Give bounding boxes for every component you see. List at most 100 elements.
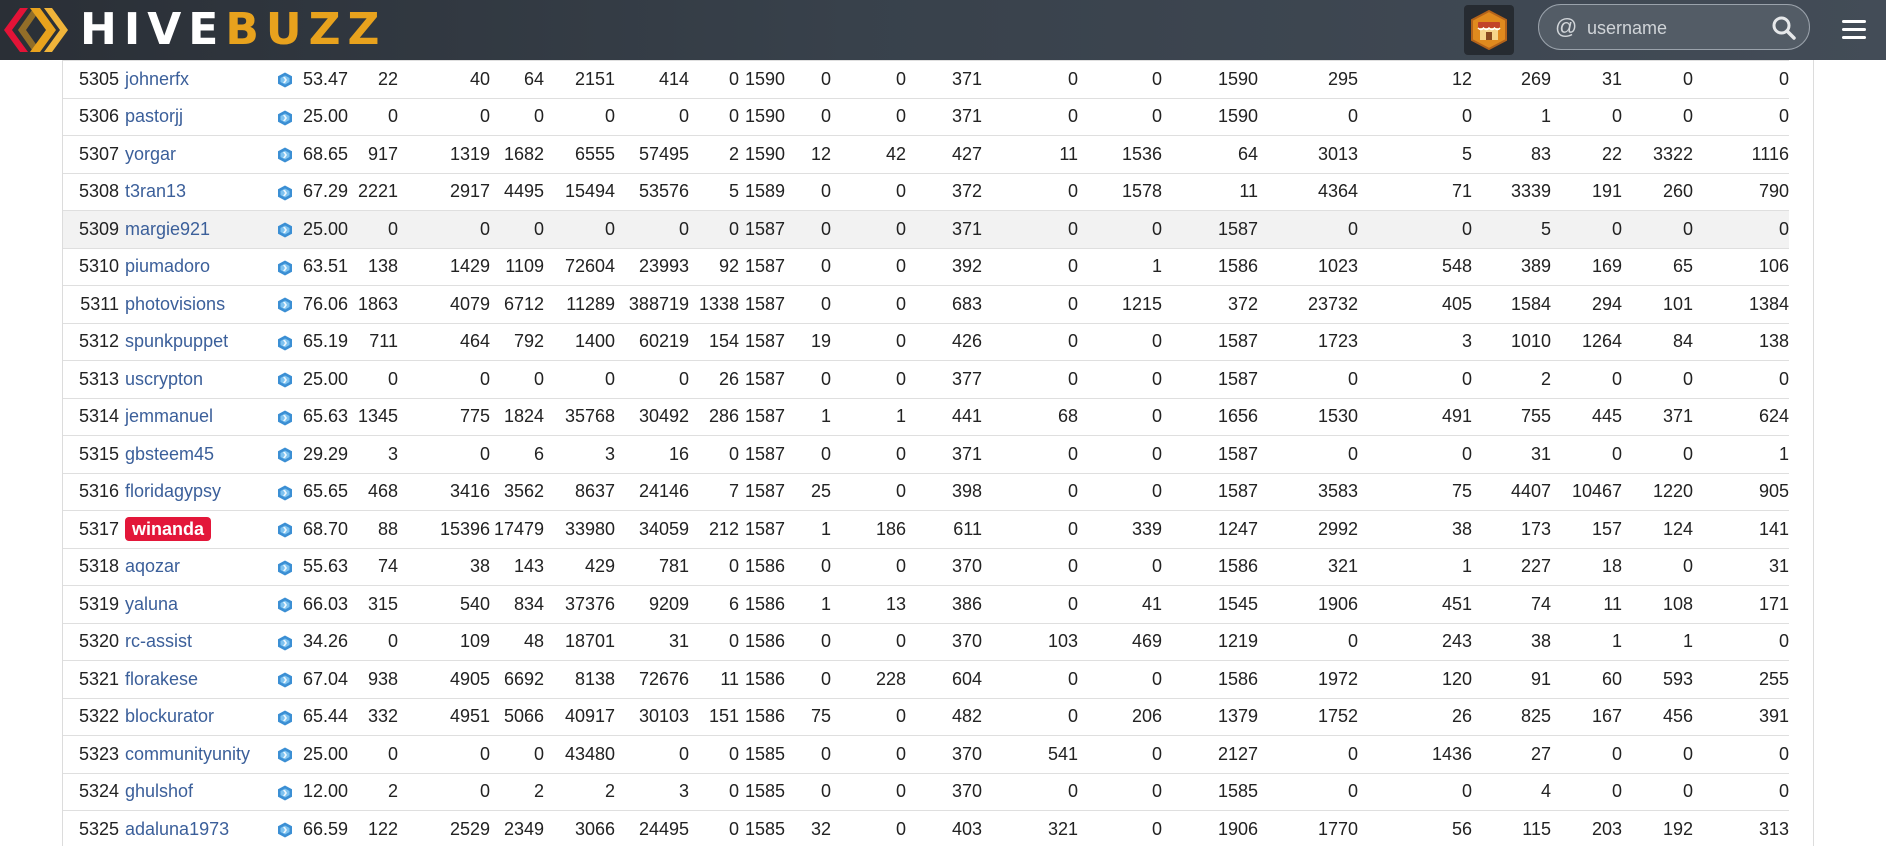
table-row[interactable]: 5321 florakese 67.04 938 4905 6692 8138 72676 11… [63, 660, 1789, 698]
stat-cell: 25.00 [297, 360, 348, 398]
stat-cell: 0 [1358, 772, 1472, 811]
username-cell: ghulshof [125, 772, 273, 811]
username-link[interactable]: adaluna1973 [125, 819, 229, 839]
username-link[interactable]: floridagypsy [125, 481, 221, 501]
stat-cell: 23732 [1258, 285, 1358, 323]
leaderboard-table: 5305 johnerfx 53.47 22 40 64 2151 414 0 1590 0 0 371… [63, 60, 1789, 846]
table-row[interactable]: 5325 adaluna1973 66.59 122 2529 2349 3066 24495… [63, 810, 1789, 846]
username-link[interactable]: gbsteem45 [125, 444, 214, 464]
stat-cell: 0 [1258, 210, 1358, 248]
stat-cell: 1109 [490, 247, 544, 286]
table-row[interactable]: 5307 yorgar 68.65 917 1319 1682 6555 57495 2 1590… [63, 135, 1789, 173]
username-link[interactable]: aqozar [125, 556, 180, 576]
table-row[interactable]: 5319 yaluna 66.03 315 540 834 37376 9209 6 1586 1 1… [63, 585, 1789, 623]
stat-cell: 1589 [739, 172, 785, 211]
stat-cell: 0 [785, 772, 831, 811]
shop-button[interactable] [1464, 5, 1514, 55]
hive-logo-icon[interactable] [0, 0, 70, 60]
table-row[interactable]: 5323 communityunity 25.00 0 0 0 43480 0 0 1585 0 0 3… [63, 735, 1789, 773]
hive-token-icon [278, 447, 292, 463]
username-link[interactable]: spunkpuppet [125, 331, 228, 351]
stat-cell: 0 [1078, 322, 1162, 361]
table-row[interactable]: 5317 winanda 68.70 88 15396 17479 33980 34059 21… [63, 510, 1789, 548]
hive-icon-cell [273, 660, 297, 698]
hive-token-icon [278, 110, 292, 125]
stat-cell: 53576 [615, 172, 689, 211]
table-row[interactable]: 5320 rc-assist 34.26 0 109 48 18701 31 0 1586 0 0 37… [63, 622, 1789, 661]
username-link[interactable]: johnerfx [125, 69, 189, 89]
username-link[interactable]: margie921 [125, 219, 210, 239]
hive-token-icon [278, 672, 292, 688]
table-row[interactable]: 5313 uscrypton 25.00 0 0 0 0 0 26 1587 0 0 377 0 0 1587… [63, 360, 1789, 398]
table-row[interactable]: 5305 johnerfx 53.47 22 40 64 2151 414 0 1590 0 0 371… [63, 60, 1789, 98]
stat-cell: 1590 [739, 135, 785, 173]
stat-cell: 0 [982, 472, 1078, 511]
table-row[interactable]: 5318 aqozar 55.63 74 38 143 429 781 0 1586 0 0 370 0 0… [63, 547, 1789, 586]
stat-cell: 24146 [615, 472, 689, 511]
stat-cell: 1587 [1162, 472, 1258, 511]
table-row[interactable]: 5311 photovisions 76.06 1863 4079 6712 11289 38… [63, 285, 1789, 323]
username-link[interactable]: florakese [125, 669, 198, 689]
username-search-input[interactable] [1585, 13, 1769, 43]
username-link[interactable]: rc-assist [125, 631, 192, 651]
stat-cell: 3 [1358, 322, 1472, 361]
stat-cell: 0 [490, 97, 544, 136]
stat-cell: 4407 [1472, 472, 1551, 511]
stat-cell: 124 [1622, 510, 1693, 548]
username-link[interactable]: yorgar [125, 144, 176, 164]
at-icon: @ [1555, 14, 1578, 39]
app-logo-text[interactable]: HIVEBUZZ [80, 4, 386, 56]
table-row[interactable]: 5306 pastorjj 25.00 0 0 0 0 0 0 1590 0 0 371 0 0 1590 0 0… [63, 97, 1789, 136]
stat-cell: 1338 [689, 285, 739, 323]
table-row[interactable]: 5310 piumadoro 63.51 138 1429 1109 72604 23993 9… [63, 247, 1789, 286]
hive-token-icon [278, 597, 292, 613]
stat-cell: 1587 [739, 210, 785, 248]
hive-icon-cell [273, 510, 297, 548]
hive-icon-cell [273, 622, 297, 661]
stat-cell: 1586 [1162, 247, 1258, 286]
username-link[interactable]: piumadoro [125, 256, 210, 276]
table-row[interactable]: 5314 jemmanuel 65.63 1345 775 1824 35768 30492 2… [63, 397, 1789, 436]
stat-cell: 0 [1078, 660, 1162, 698]
stat-cell: 711 [348, 322, 398, 361]
stat-cell: 64 [1162, 135, 1258, 173]
rank-cell: 5324 [63, 772, 125, 811]
stat-cell: 65.19 [297, 322, 348, 361]
table-row[interactable]: 5312 spunkpuppet 65.19 711 464 792 1400 60219 15… [63, 322, 1789, 361]
stat-cell: 0 [831, 810, 906, 846]
username-cell: t3ran13 [125, 172, 273, 211]
search-box: @ [1538, 4, 1810, 50]
username-link[interactable]: winanda [125, 516, 212, 541]
username-link[interactable]: photovisions [125, 294, 225, 314]
hamburger-menu-icon[interactable] [1838, 14, 1870, 46]
stat-cell: 115 [1472, 810, 1551, 846]
hive-icon-cell [273, 472, 297, 511]
stat-cell: 203 [1551, 810, 1622, 846]
hive-icon-cell [273, 60, 297, 98]
table-row[interactable]: 5308 t3ran13 67.29 2221 2917 4495 15494 53576 5 1… [63, 172, 1789, 211]
table-row[interactable]: 5309 margie921 25.00 0 0 0 0 0 0 1587 0 0 371 0 0 1587 0… [63, 210, 1789, 248]
username-link[interactable]: ghulshof [125, 781, 193, 801]
username-link[interactable]: yaluna [125, 594, 178, 614]
table-row[interactable]: 5315 gbsteem45 29.29 3 0 6 3 16 0 1587 0 0 371 0 0 1587… [63, 435, 1789, 473]
stat-cell: 0 [785, 60, 831, 98]
username-link[interactable]: uscrypton [125, 369, 203, 389]
username-link[interactable]: communityunity [125, 744, 250, 764]
username-link[interactable]: pastorjj [125, 106, 183, 126]
stat-cell: 339 [1078, 510, 1162, 548]
stat-cell: 106 [1693, 247, 1789, 286]
table-row[interactable]: 5324 ghulshof 12.00 2 0 2 2 3 0 1585 0 0 370 0 0 1585 0 0… [63, 772, 1789, 811]
table-row[interactable]: 5322 blockurator 65.44 332 4951 5066 40917 3010… [63, 697, 1789, 736]
username-link[interactable]: blockurator [125, 706, 214, 726]
stat-cell: 260 [1622, 172, 1693, 211]
stat-cell: 65 [1622, 247, 1693, 286]
username-link[interactable]: jemmanuel [125, 406, 213, 426]
stat-cell: 1586 [739, 585, 785, 623]
stat-cell: 108 [1622, 585, 1693, 623]
stat-cell: 1 [785, 510, 831, 548]
stat-cell: 1590 [1162, 60, 1258, 98]
username-link[interactable]: t3ran13 [125, 181, 186, 201]
username-cell: adaluna1973 [125, 810, 273, 846]
table-row[interactable]: 5316 floridagypsy 65.65 468 3416 3562 8637 2414… [63, 472, 1789, 511]
search-icon[interactable] [1771, 15, 1797, 41]
